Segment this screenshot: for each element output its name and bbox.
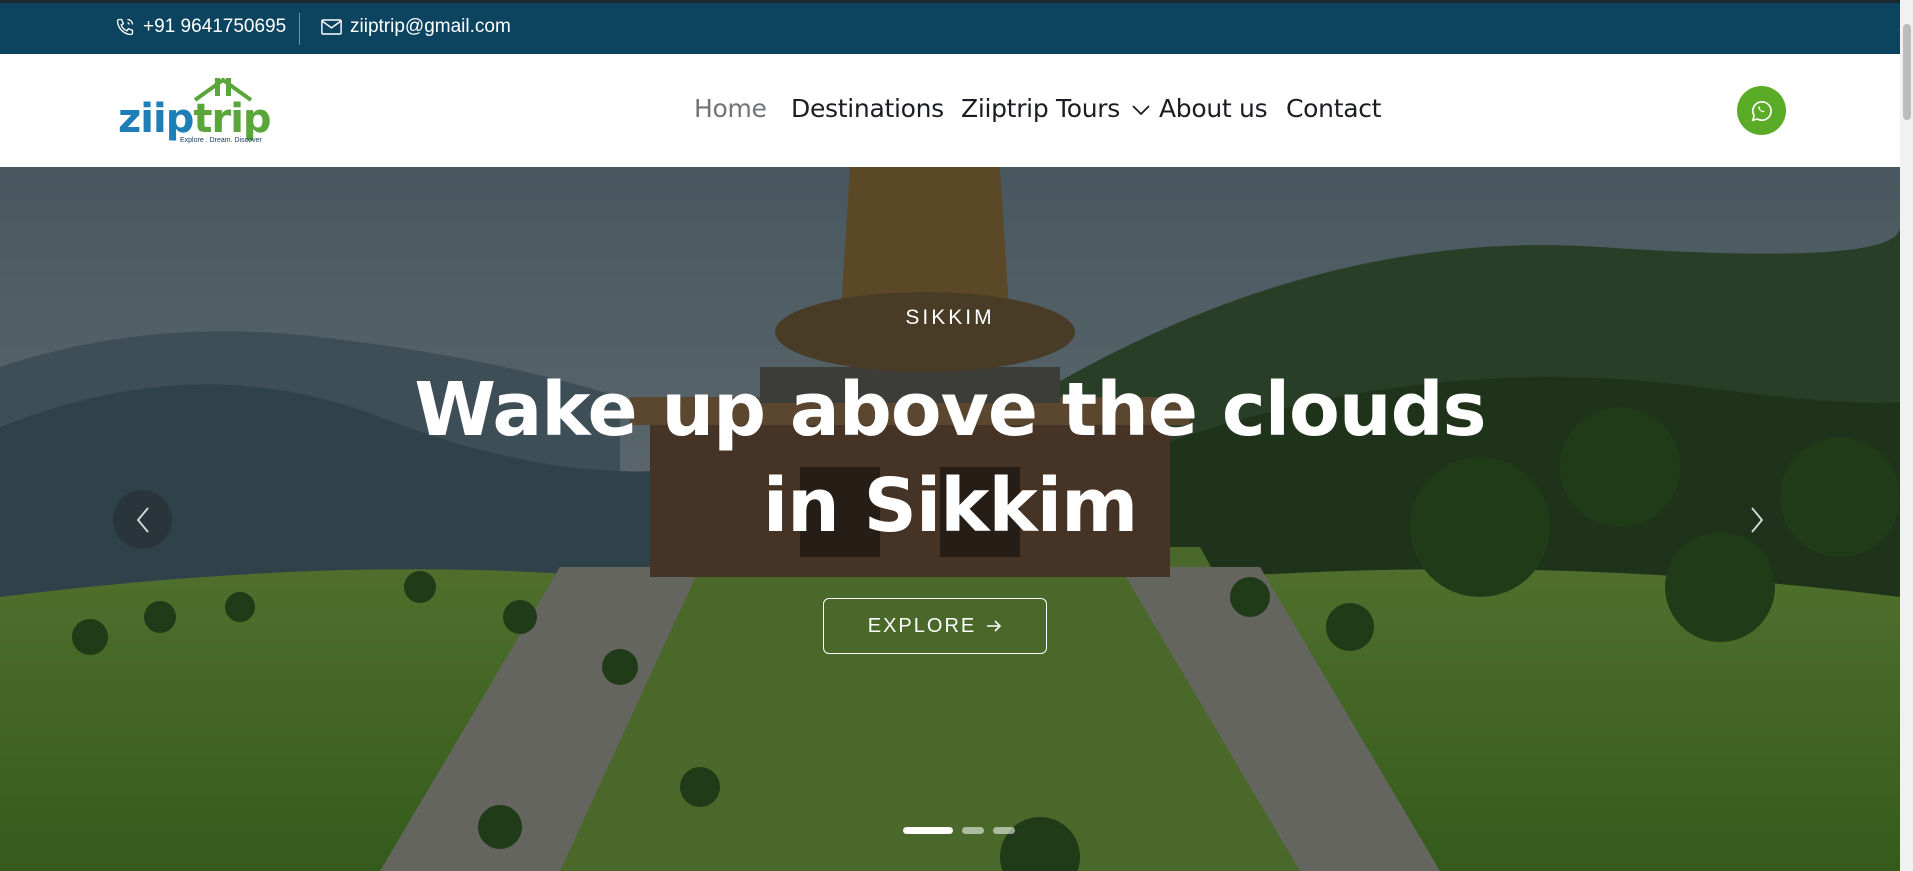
phone-number: +91 9641750695 [143, 16, 287, 37]
nav-ziiptrip-tours[interactable]: Ziiptrip Tours [961, 94, 1150, 123]
nav-contact[interactable]: Contact [1286, 94, 1381, 123]
chevron-left-icon [136, 506, 149, 533]
divider [299, 13, 300, 45]
email-address: ziiptrip@gmail.com [350, 16, 511, 37]
ziiptrip-logo[interactable]: ziiptrip Explore . Dream. Discover [118, 76, 303, 146]
slider-prev-button[interactable] [113, 490, 172, 549]
envelope-icon [321, 19, 342, 35]
email-link[interactable]: ziiptrip@gmail.com [321, 16, 511, 38]
hero-headline-line1: Wake up above the clouds [414, 367, 1486, 453]
page-scrollbar[interactable] [1900, 0, 1913, 871]
chevron-down-icon [1132, 104, 1150, 115]
whatsapp-button[interactable] [1737, 86, 1786, 135]
slider-next-button[interactable] [1727, 490, 1786, 549]
phone-icon [115, 17, 135, 37]
site-header: ziiptrip Explore . Dream. Discover Home … [0, 54, 1900, 167]
chevron-right-icon [1750, 506, 1763, 533]
logo-wordmark: ziiptrip [118, 96, 272, 142]
scrollbar-thumb[interactable] [1903, 24, 1911, 120]
arrow-right-icon [987, 620, 1002, 632]
whatsapp-icon [1751, 100, 1772, 121]
phone-link[interactable]: +91 9641750695 [115, 16, 286, 38]
slider-dot-3[interactable] [993, 827, 1015, 834]
page: +91 9641750695 ziiptrip@gmail.com ziiptr… [0, 0, 1900, 871]
logo-tagline: Explore . Dream. Discover [180, 137, 262, 144]
explore-button[interactable]: EXPLORE [823, 598, 1047, 654]
top-info-bar: +91 9641750695 ziiptrip@gmail.com [0, 0, 1900, 54]
nav-about-us[interactable]: About us [1159, 94, 1268, 123]
nav-destinations[interactable]: Destinations [791, 94, 944, 123]
hero-headline-line2: in Sikkim [762, 463, 1138, 549]
slider-dot-2[interactable] [962, 827, 984, 834]
hero-kicker: SIKKIM [905, 306, 995, 329]
hero-slider: SIKKIM Wake up above the clouds in Sikki… [0, 167, 1900, 871]
explore-button-label: EXPLORE [867, 614, 977, 637]
slider-pagination [903, 827, 1015, 834]
hero-headline: Wake up above the clouds in Sikkim [0, 362, 1900, 554]
nav-home[interactable]: Home [694, 94, 767, 123]
nav-ziiptrip-tours-label: Ziiptrip Tours [961, 94, 1120, 123]
slider-dot-1[interactable] [903, 827, 953, 834]
